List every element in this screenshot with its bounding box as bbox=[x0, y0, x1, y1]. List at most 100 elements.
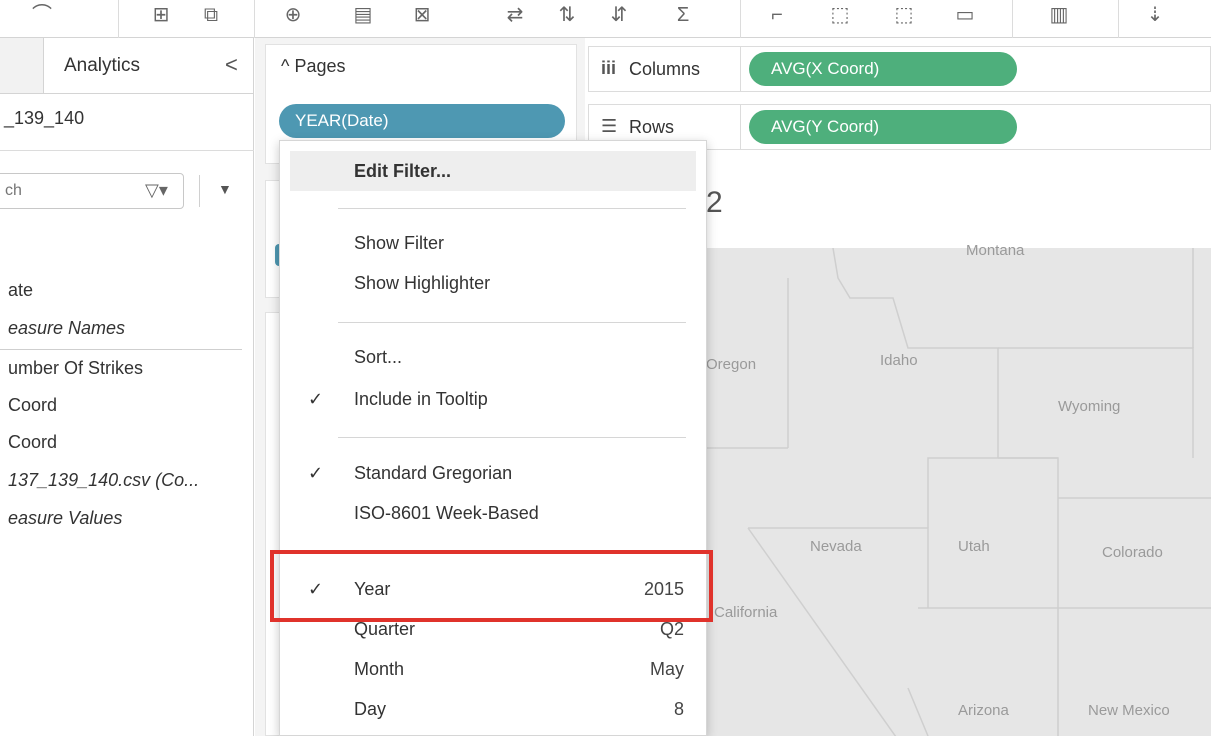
menu-item-sort[interactable]: Sort... bbox=[290, 337, 696, 377]
menu-item-value: May bbox=[649, 659, 684, 679]
field-search-box[interactable]: ▽▾ bbox=[0, 173, 184, 209]
sheet-title: 2 bbox=[706, 186, 723, 219]
toolbar-divider bbox=[1012, 0, 1013, 38]
field-measure-values[interactable]: easure Values bbox=[8, 508, 122, 529]
menu-item-value: 8 bbox=[673, 699, 684, 719]
menu-item-iso-8601-week-based[interactable]: ISO-8601 Week-Based bbox=[290, 493, 696, 533]
map-label-utah: Utah bbox=[958, 538, 990, 555]
totals-icon[interactable]: Σ bbox=[668, 2, 698, 28]
menu-item-label: Standard Gregorian bbox=[354, 463, 513, 483]
menu-item-label: Show Filter bbox=[354, 233, 445, 253]
columns-shelf: iii Columns AVG(X Coord) bbox=[588, 46, 1211, 92]
map-label-colorado: Colorado bbox=[1102, 544, 1163, 561]
menu-item-value: Q2 bbox=[659, 619, 684, 639]
fix-axes-icon[interactable]: ▭ bbox=[940, 2, 990, 28]
menu-item-label: Month bbox=[354, 659, 405, 679]
new-worksheet-icon[interactable]: ⊞ bbox=[146, 2, 176, 28]
group-members-icon[interactable]: ⬚ bbox=[820, 2, 860, 28]
menu-item-edit-filter[interactable]: Edit Filter... bbox=[290, 151, 696, 191]
clear-sheet-icon[interactable]: ⊠ bbox=[402, 2, 442, 28]
field-x-coord[interactable]: Coord bbox=[8, 395, 57, 416]
chevron-up-icon[interactable]: ^ bbox=[281, 56, 289, 76]
highlight-icon[interactable]: ⌐ bbox=[762, 2, 792, 28]
rows-label: Rows bbox=[629, 117, 675, 137]
field-date[interactable]: ate bbox=[8, 280, 33, 301]
toolbar: ⌒ ⊞ ⧉ ⊕ ▤ ⊠ ⇄ ⇅ ⇵ Σ ⌐ ⬚ ⬚ ▭ ▥ ⇣ bbox=[0, 0, 1211, 38]
collapse-pane-icon[interactable]: < bbox=[225, 52, 238, 78]
toolbar-divider bbox=[1118, 0, 1119, 38]
divider bbox=[0, 150, 254, 151]
menu-item-label: Sort... bbox=[354, 347, 403, 367]
data-pane: Analytics < _139_140 ▽▾ ▼ ate easure Nam… bbox=[0, 38, 254, 736]
marks-card bbox=[265, 312, 279, 736]
duplicate-sheet-icon[interactable]: ⧉ bbox=[196, 2, 226, 28]
pages-pill-year-date[interactable]: YEAR(Date) bbox=[279, 104, 565, 138]
show-labels-icon[interactable]: ⬚ bbox=[884, 2, 924, 28]
menu-item-day[interactable]: Day 8 bbox=[290, 689, 696, 729]
search-input[interactable] bbox=[0, 174, 115, 208]
datasource-name[interactable]: _139_140 bbox=[4, 108, 84, 129]
field-measure-names[interactable]: easure Names bbox=[8, 318, 125, 339]
menu-separator bbox=[338, 208, 686, 209]
undo-icon[interactable]: ⌒ bbox=[22, 2, 62, 28]
tab-analytics[interactable]: Analytics < bbox=[44, 38, 254, 94]
columns-shelf-label: iii Columns bbox=[589, 47, 741, 91]
menu-item-month[interactable]: Month May bbox=[290, 649, 696, 689]
menu-item-show-filter[interactable]: Show Filter bbox=[290, 223, 696, 263]
map-label-new-mexico: New Mexico bbox=[1088, 702, 1170, 719]
swap-axes-icon[interactable]: ⇄ bbox=[500, 2, 530, 28]
filters-card bbox=[265, 180, 279, 298]
check-icon: ✓ bbox=[308, 463, 324, 483]
menu-separator bbox=[338, 322, 686, 323]
menu-item-include-in-tooltip[interactable]: ✓ Include in Tooltip bbox=[290, 379, 696, 419]
field-count[interactable]: 137_139_140.csv (Co... bbox=[8, 470, 199, 491]
pin-icon[interactable]: ⇣ bbox=[1140, 2, 1170, 28]
field-number-of-strikes[interactable]: umber Of Strikes bbox=[8, 358, 143, 379]
menu-item-label: Edit Filter... bbox=[354, 161, 452, 181]
menu-item-year[interactable]: ✓ Year 2015 bbox=[290, 569, 696, 609]
pause-updates-icon[interactable]: ▤ bbox=[348, 2, 378, 28]
tab-analytics-label: Analytics bbox=[64, 55, 141, 76]
columns-pill-x-coord[interactable]: AVG(X Coord) bbox=[749, 52, 1017, 86]
menu-item-label: Include in Tooltip bbox=[354, 389, 488, 409]
pill-context-menu: Edit Filter... Show Filter Show Highligh… bbox=[279, 140, 707, 736]
map-label-idaho: Idaho bbox=[880, 352, 918, 369]
columns-label: Columns bbox=[629, 59, 701, 79]
map-label-oregon: Oregon bbox=[706, 356, 757, 373]
map-label-montana: Montana bbox=[966, 242, 1025, 259]
fit-icon[interactable]: ▥ bbox=[1034, 2, 1084, 28]
check-icon: ✓ bbox=[308, 389, 324, 409]
tab-data[interactable] bbox=[0, 38, 44, 94]
map-label-nevada: Nevada bbox=[810, 538, 862, 555]
menu-item-label: Day bbox=[354, 699, 387, 719]
menu-item-label: Year bbox=[354, 579, 391, 599]
field-y-coord[interactable]: Coord bbox=[8, 432, 57, 453]
menu-item-standard-gregorian[interactable]: ✓ Standard Gregorian bbox=[290, 453, 696, 493]
menu-item-value: 2015 bbox=[643, 579, 684, 599]
menu-item-quarter[interactable]: Quarter Q2 bbox=[290, 609, 696, 649]
pages-card-title: Pages bbox=[294, 56, 346, 76]
rows-icon: ☰ bbox=[601, 116, 618, 136]
check-icon: ✓ bbox=[308, 579, 324, 599]
caret-down-icon[interactable]: ▼ bbox=[218, 181, 232, 197]
menu-item-label: Quarter bbox=[354, 619, 416, 639]
menu-separator bbox=[338, 437, 686, 438]
map-label-wyoming: Wyoming bbox=[1058, 398, 1121, 415]
menu-item-label: ISO-8601 Week-Based bbox=[354, 503, 539, 523]
toolbar-divider bbox=[118, 0, 119, 38]
menu-item-show-highlighter[interactable]: Show Highlighter bbox=[290, 263, 696, 303]
divider bbox=[199, 175, 200, 207]
pages-card-header[interactable]: ^ Pages bbox=[281, 56, 346, 77]
columns-icon: iii bbox=[601, 58, 617, 78]
filter-icon[interactable]: ▽▾ bbox=[145, 180, 168, 201]
new-data-source-icon[interactable]: ⊕ bbox=[278, 2, 308, 28]
map-label-california: California bbox=[714, 604, 778, 621]
map-label-arizona: Arizona bbox=[958, 702, 1009, 719]
sort-descending-icon[interactable]: ⇵ bbox=[604, 2, 634, 28]
menu-item-label: Show Highlighter bbox=[354, 273, 491, 293]
divider bbox=[0, 349, 242, 350]
rows-pill-y-coord[interactable]: AVG(Y Coord) bbox=[749, 110, 1017, 144]
toolbar-divider bbox=[254, 0, 255, 38]
sort-ascending-icon[interactable]: ⇅ bbox=[552, 2, 582, 28]
toolbar-divider bbox=[740, 0, 741, 38]
